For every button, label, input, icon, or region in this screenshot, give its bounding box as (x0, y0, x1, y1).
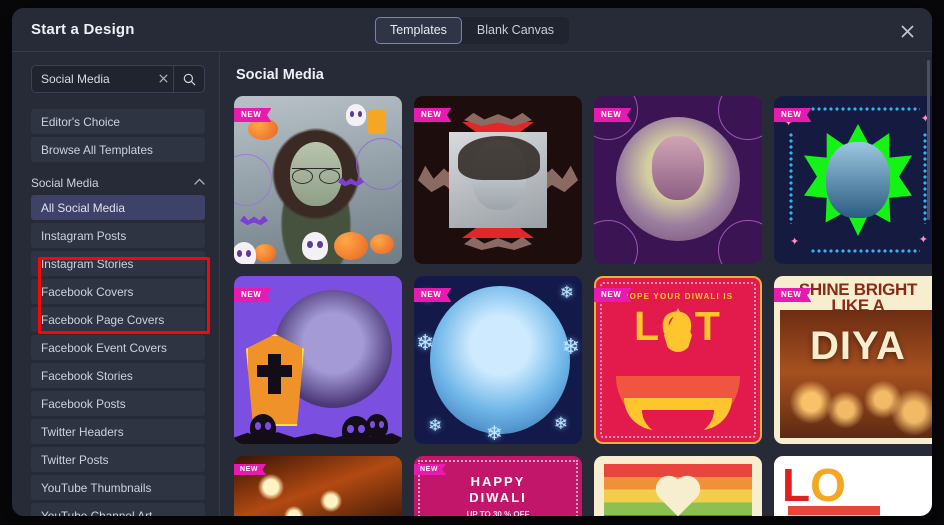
sidebar-group-social-media[interactable]: Social Media (31, 176, 205, 190)
new-badge: NEW (234, 108, 272, 122)
new-badge: NEW (414, 288, 452, 302)
sidebar: Editor's Choice Browse All Templates Soc… (12, 52, 220, 516)
template-card-purple-zombie-portrait[interactable]: NEW (594, 96, 762, 264)
template-card-love-rainbow-type[interactable]: LO (774, 456, 932, 516)
card-line-1: HAPPY (470, 474, 526, 489)
new-badge: NEW (414, 108, 452, 122)
new-badge: NEW (234, 288, 272, 302)
card-line-3: UP TO 30 % OFF (466, 510, 530, 516)
search-icon[interactable] (174, 73, 204, 86)
template-card-halloween-zombie-girl[interactable]: NEW (234, 96, 402, 264)
templates-panel: Social Media NEW NEW NEW ✦ ✦ ✦ ✦ NEW NEW… (220, 52, 932, 516)
template-card-pride-heart-flag[interactable] (594, 456, 762, 516)
sidebar-group-label: Social Media (31, 176, 99, 190)
card-letter-1: L (782, 459, 811, 511)
card-letter-2: O (810, 459, 846, 511)
search-input[interactable] (32, 72, 153, 86)
sidebar-item-twitter-posts[interactable]: Twitter Posts (31, 447, 205, 472)
template-card-dark-vampire-bats[interactable]: NEW (414, 96, 582, 264)
sidebar-item-facebook-covers[interactable]: Facebook Covers (31, 279, 205, 304)
new-badge: NEW (414, 464, 447, 475)
mode-tabs: Templates Blank Canvas (374, 17, 570, 44)
new-badge: NEW (234, 464, 267, 475)
template-card-diwali-candles-photo[interactable]: NEW (234, 456, 402, 516)
sidebar-item-youtube-thumbnails[interactable]: YouTube Thumbnails (31, 475, 205, 500)
sidebar-item-instagram-stories[interactable]: Instagram Stories (31, 251, 205, 276)
app-root: Start a Design Templates Blank Canvas So… (0, 0, 944, 525)
sidebar-item-instagram-posts[interactable]: Instagram Posts (31, 223, 205, 248)
modal-title: Start a Design (31, 21, 135, 38)
sidebar-item-facebook-page-covers[interactable]: Facebook Page Covers (31, 307, 205, 332)
templates-scrollbar[interactable] (927, 60, 930, 220)
card-word: DIYA (810, 324, 906, 368)
template-card-diwali-diya[interactable]: SHINE BRIGHT LIKE A DIYA NEW (774, 276, 932, 444)
sidebar-item-youtube-channel-art[interactable]: YouTube Channel Art (31, 503, 205, 516)
sidebar-item-facebook-stories[interactable]: Facebook Stories (31, 363, 205, 388)
sidebar-item-editors-choice[interactable]: Editor's Choice (31, 109, 205, 134)
clear-search-icon[interactable] (153, 72, 173, 86)
sidebar-item-facebook-posts[interactable]: Facebook Posts (31, 391, 205, 416)
sidebar-category-list: All Social Media Instagram Posts Instagr… (12, 195, 219, 516)
new-badge: NEW (774, 108, 812, 122)
new-badge: NEW (594, 108, 632, 122)
template-card-happy-diwali-sale[interactable]: HAPPY DIWALI UP TO 30 % OFF NEW (414, 456, 582, 516)
sidebar-item-facebook-event-covers[interactable]: Facebook Event Covers (31, 335, 205, 360)
tab-blank-canvas[interactable]: Blank Canvas (462, 17, 569, 44)
sidebar-top-list: Editor's Choice Browse All Templates (12, 109, 219, 162)
modal-titlebar: Start a Design Templates Blank Canvas (12, 8, 932, 52)
modal-body: Editor's Choice Browse All Templates Soc… (12, 52, 932, 516)
search-bar (31, 65, 205, 93)
sidebar-item-browse-all-templates[interactable]: Browse All Templates (31, 137, 205, 162)
template-card-green-star-blue-face[interactable]: ✦ ✦ ✦ ✦ NEW (774, 96, 932, 264)
template-card-purple-coffin-skulls[interactable]: NEW (234, 276, 402, 444)
page-title: Social Media (236, 67, 324, 83)
chevron-up-icon (194, 178, 205, 188)
sidebar-item-twitter-headers[interactable]: Twitter Headers (31, 419, 205, 444)
card-line-2: DIWALI (469, 490, 527, 505)
templates-grid: NEW NEW NEW ✦ ✦ ✦ ✦ NEW NEW ❄ ❄ ❄ ❄ ❄ ❄ … (234, 96, 932, 516)
template-card-ice-queen-snowflakes[interactable]: ❄ ❄ ❄ ❄ ❄ ❄ ❄ NEW (414, 276, 582, 444)
template-card-diwali-lot[interactable]: LOT HOPE YOUR DIWALI IS NEW (594, 276, 762, 444)
new-badge: NEW (594, 288, 632, 302)
sidebar-item-all-social-media[interactable]: All Social Media (31, 195, 205, 220)
card-artwork: LO (774, 456, 932, 516)
close-icon[interactable] (896, 20, 918, 42)
tab-templates[interactable]: Templates (374, 17, 462, 44)
card-artwork (594, 456, 762, 516)
start-a-design-modal: Start a Design Templates Blank Canvas So… (12, 8, 932, 516)
card-word: LOT (634, 303, 722, 349)
new-badge: NEW (774, 288, 812, 302)
